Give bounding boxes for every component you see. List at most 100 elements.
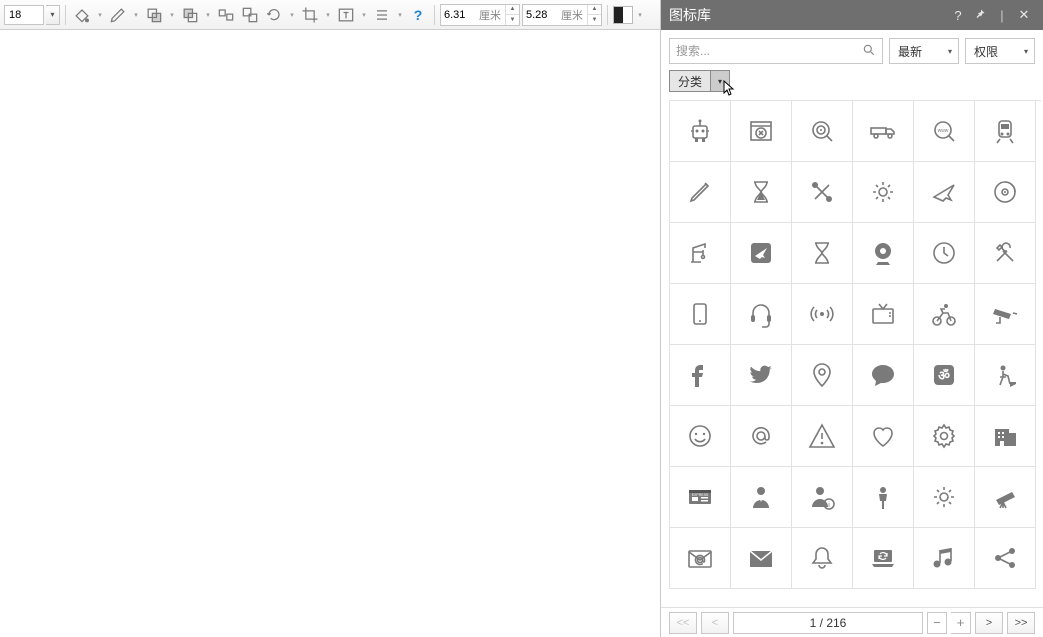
width-spinner[interactable]: 厘米 ▲▼ (440, 4, 520, 26)
gear-outline-icon[interactable] (914, 406, 975, 467)
sort-select[interactable]: 最新▾ (889, 38, 959, 64)
height-down[interactable]: ▼ (588, 15, 601, 25)
zoom-out-button[interactable]: − (927, 612, 947, 634)
gear-icon[interactable] (853, 162, 914, 223)
id-card-icon[interactable]: EXPRESS (670, 467, 731, 528)
pen-outline-icon[interactable] (107, 4, 129, 26)
bring-dropdown[interactable]: ▾ (167, 11, 177, 19)
panel-help-icon[interactable]: ? (947, 8, 969, 23)
spacing-dropdown[interactable]: ▾ (395, 11, 405, 19)
hospital-icon[interactable]: H (975, 406, 1036, 467)
pencil-icon[interactable] (670, 162, 731, 223)
target-icon[interactable] (792, 101, 853, 162)
color-dropdown[interactable]: ▾ (635, 11, 645, 19)
airplane-icon[interactable] (914, 162, 975, 223)
cleaning-icon[interactable] (975, 345, 1036, 406)
send-dropdown[interactable]: ▾ (203, 11, 213, 19)
twitter-icon[interactable] (731, 345, 792, 406)
group-icon[interactable] (239, 4, 261, 26)
tv-icon[interactable] (853, 284, 914, 345)
panel-close-icon[interactable]: ✕ (1013, 7, 1035, 23)
om-square-icon[interactable]: ॐ (914, 345, 975, 406)
wrench-screwdriver-icon[interactable] (975, 223, 1036, 284)
height-input[interactable] (523, 9, 561, 21)
at-icon[interactable] (731, 406, 792, 467)
email-at-icon[interactable] (670, 528, 731, 589)
textbox-dropdown[interactable]: ▾ (359, 11, 369, 19)
window-error-icon[interactable] (731, 101, 792, 162)
laptop-sync-icon[interactable] (853, 528, 914, 589)
robot-icon[interactable] (670, 101, 731, 162)
broadcast-icon[interactable] (792, 284, 853, 345)
cctv-icon[interactable] (975, 284, 1036, 345)
search-icon[interactable] (862, 43, 876, 60)
width-input[interactable] (441, 9, 479, 21)
hourglass-half-icon[interactable] (731, 162, 792, 223)
person-icon[interactable] (853, 467, 914, 528)
page-first-button[interactable]: << (669, 612, 697, 634)
warning-icon[interactable] (792, 406, 853, 467)
paint-dropdown[interactable]: ▾ (95, 11, 105, 19)
hourglass-icon[interactable] (792, 223, 853, 284)
map-pin-icon[interactable] (792, 345, 853, 406)
cyclist-icon[interactable] (914, 284, 975, 345)
canvas-area[interactable] (0, 30, 660, 637)
height-spinner[interactable]: 厘米 ▲▼ (522, 4, 602, 26)
bring-forward-icon[interactable] (143, 4, 165, 26)
pen-dropdown[interactable]: ▾ (131, 11, 141, 19)
page-prev-button[interactable]: < (701, 612, 729, 634)
facebook-icon[interactable] (670, 345, 731, 406)
chat-bubble-icon[interactable] (853, 345, 914, 406)
svg-text:ॐ: ॐ (938, 368, 950, 383)
search-www-icon[interactable]: www (914, 101, 975, 162)
tools-icon[interactable] (792, 162, 853, 223)
page-next-button[interactable]: > (975, 612, 1003, 634)
font-size-input[interactable] (4, 5, 44, 25)
search-box[interactable] (669, 38, 883, 64)
page-last-button[interactable]: >> (1007, 612, 1035, 634)
person-info-icon[interactable]: i (792, 467, 853, 528)
help-icon[interactable]: ? (407, 4, 429, 26)
paint-bucket-icon[interactable] (71, 4, 93, 26)
rotate-dropdown[interactable]: ▾ (287, 11, 297, 19)
crop-icon[interactable] (299, 4, 321, 26)
headset-icon[interactable] (731, 284, 792, 345)
airplane-box-icon[interactable] (731, 223, 792, 284)
train-icon[interactable] (975, 101, 1036, 162)
panel-pin-icon[interactable] (969, 8, 991, 23)
width-up[interactable]: ▲ (506, 5, 519, 16)
clock-icon[interactable] (914, 223, 975, 284)
send-backward-icon[interactable] (179, 4, 201, 26)
panel-header: 图标库 ? | ✕ (661, 0, 1043, 30)
rotate-icon[interactable] (263, 4, 285, 26)
category-dropdown[interactable]: ▾ (711, 71, 729, 91)
share-icon[interactable] (975, 528, 1036, 589)
telescope-icon[interactable] (975, 467, 1036, 528)
tablet-icon[interactable] (670, 284, 731, 345)
webcam-icon[interactable] (853, 223, 914, 284)
permission-select[interactable]: 权限▾ (965, 38, 1035, 64)
font-size-dropdown[interactable]: ▾ (46, 5, 60, 25)
smile-icon[interactable] (670, 406, 731, 467)
align-icon[interactable] (215, 4, 237, 26)
category-filter-button[interactable]: 分类 ▾ (669, 70, 730, 92)
icon-grid: www ॐ H EXPRESS i (661, 100, 1043, 607)
truck-icon[interactable] (853, 101, 914, 162)
width-down[interactable]: ▼ (506, 15, 519, 25)
envelope-icon[interactable] (731, 528, 792, 589)
crop-dropdown[interactable]: ▾ (323, 11, 333, 19)
zoom-in-button[interactable]: + (951, 612, 971, 634)
icon-library-panel: 图标库 ? | ✕ 最新▾ 权限▾ 分类 ▾ wwwॐHEXPRESSi << … (660, 0, 1043, 637)
gear2-icon[interactable] (914, 467, 975, 528)
crane-icon[interactable] (670, 223, 731, 284)
line-spacing-icon[interactable] (371, 4, 393, 26)
bell-icon[interactable] (792, 528, 853, 589)
height-up[interactable]: ▲ (588, 5, 601, 16)
search-input[interactable] (676, 44, 862, 58)
disc-icon[interactable] (975, 162, 1036, 223)
heart-icon[interactable] (853, 406, 914, 467)
color-swatch[interactable] (613, 6, 633, 24)
person-suit-icon[interactable] (731, 467, 792, 528)
music-icon[interactable] (914, 528, 975, 589)
text-box-icon[interactable] (335, 4, 357, 26)
